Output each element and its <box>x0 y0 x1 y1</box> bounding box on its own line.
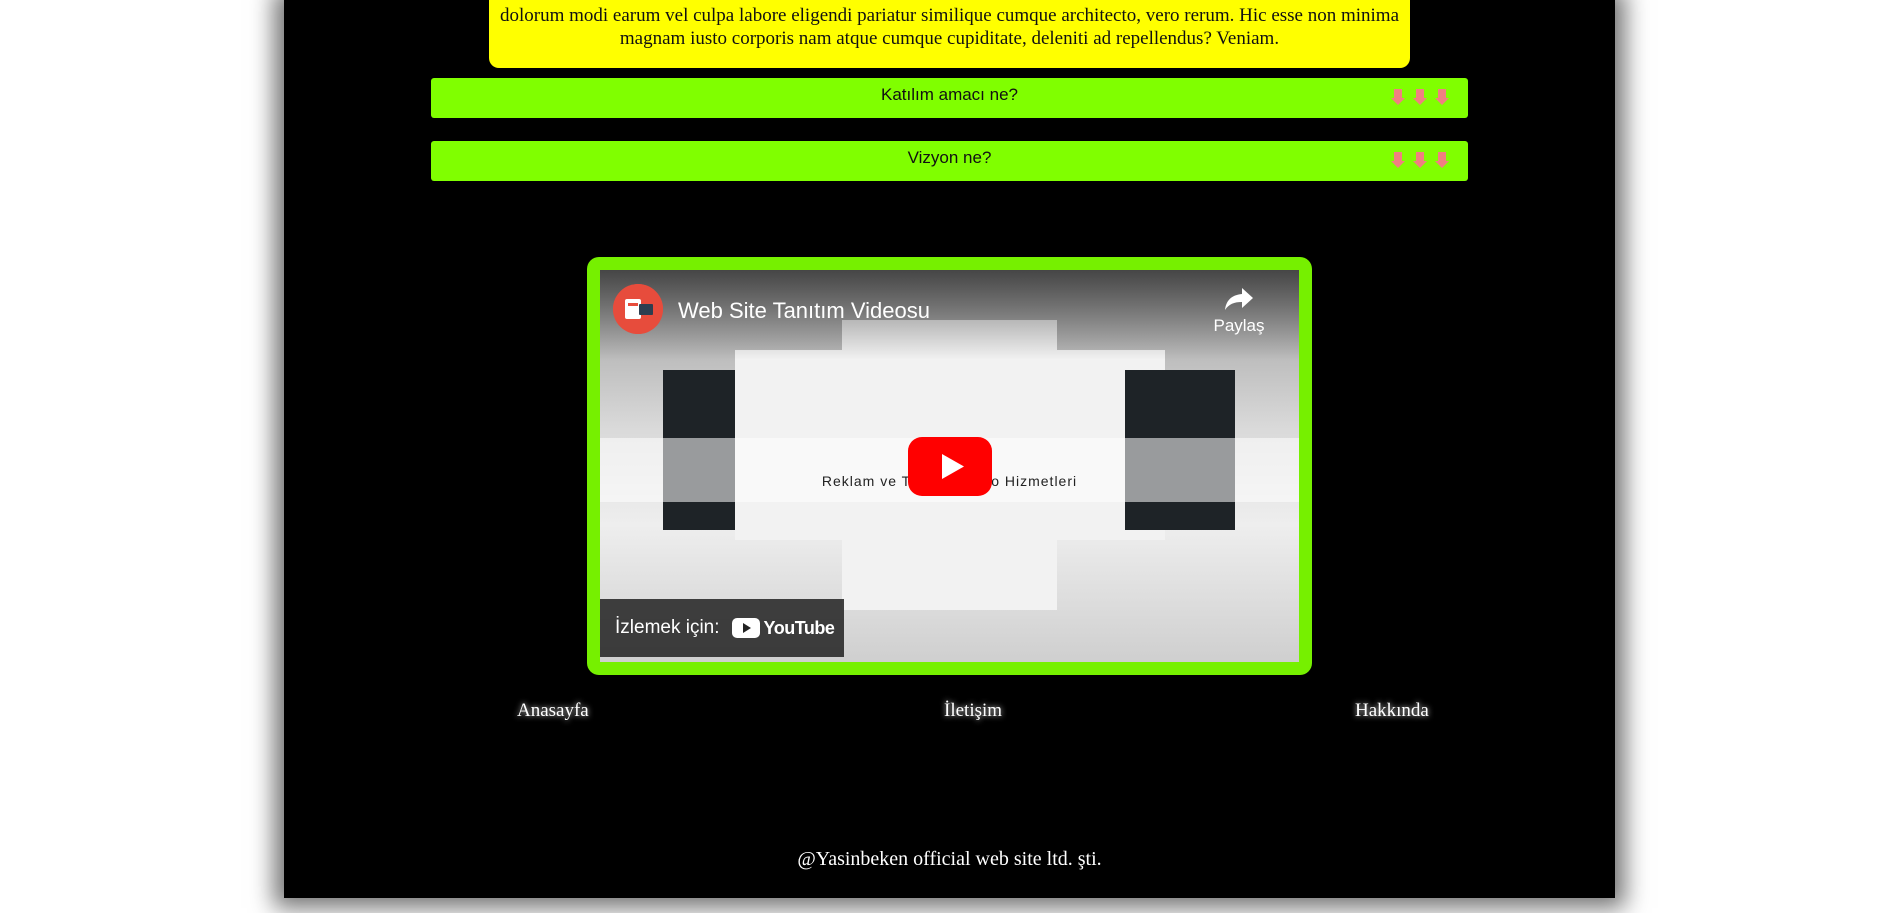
channel-avatar[interactable] <box>613 284 663 334</box>
down-arrow-icon <box>1435 152 1449 168</box>
nav-link-home[interactable]: Anasayfa <box>517 700 589 722</box>
youtube-play-icon <box>731 618 760 638</box>
down-arrow-icon <box>1391 152 1405 168</box>
share-button[interactable]: Paylaş <box>1209 286 1269 336</box>
youtube-embed[interactable]: Web Site Tanıtım Videosu Paylaş Reklam v… <box>600 270 1299 662</box>
accordion-item-vision[interactable]: Vizyon ne? <box>431 141 1468 181</box>
arrow-icons <box>1390 88 1450 106</box>
nav-link-about[interactable]: Hakkında <box>1355 700 1429 722</box>
accordion-item-purpose[interactable]: Katılım amacı ne? <box>431 78 1468 118</box>
accordion-label: Katılım amacı ne? <box>880 85 1018 104</box>
youtube-wordmark: YouTube <box>763 617 835 638</box>
page-container: dolorum modi earum vel culpa labore elig… <box>284 0 1615 898</box>
youtube-logo: YouTube <box>731 617 835 639</box>
footer-copyright: @Yasinbeken official web site ltd. şti. <box>797 848 1102 870</box>
down-arrow-icon <box>1435 89 1449 105</box>
down-arrow-icon <box>1391 89 1405 105</box>
watch-on-youtube-button[interactable]: İzlemek için: YouTube <box>600 599 844 657</box>
share-label: Paylaş <box>1213 316 1265 335</box>
video-title[interactable]: Web Site Tanıtım Videosu <box>678 298 930 324</box>
about-text: dolorum modi earum vel culpa labore elig… <box>499 5 1400 49</box>
play-button[interactable] <box>908 437 992 496</box>
about-text-box: dolorum modi earum vel culpa labore elig… <box>489 0 1410 68</box>
share-icon <box>1225 288 1253 310</box>
video-frame: Web Site Tanıtım Videosu Paylaş Reklam v… <box>587 257 1312 675</box>
accordion-label: Vizyon ne? <box>907 148 992 167</box>
arrow-icons <box>1390 151 1450 169</box>
nav-link-contact[interactable]: İletişim <box>944 700 1002 722</box>
down-arrow-icon <box>1413 89 1427 105</box>
channel-logo-icon <box>613 284 663 334</box>
watch-on-label: İzlemek için: <box>615 617 720 638</box>
down-arrow-icon <box>1413 152 1427 168</box>
